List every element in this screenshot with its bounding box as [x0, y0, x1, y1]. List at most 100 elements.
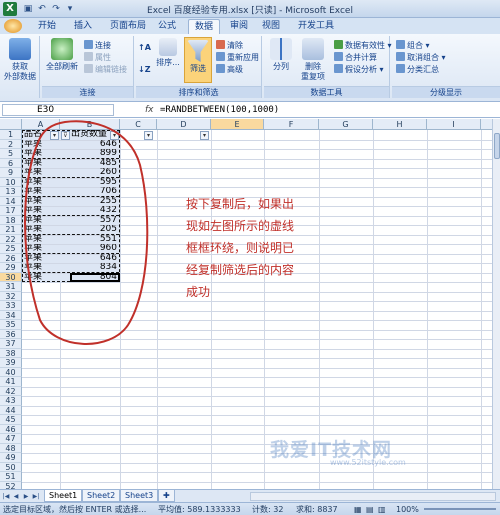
sheet-tab-sheet3[interactable]: Sheet3 — [120, 490, 159, 502]
group-button[interactable]: 组合 ▾ — [396, 40, 430, 51]
view-pagebreak-icon[interactable]: ▥ — [378, 504, 386, 515]
tab-4[interactable]: 数据 — [188, 19, 221, 34]
advanced-button[interactable]: 高级 — [216, 64, 243, 75]
row-header[interactable]: 43 — [0, 396, 22, 406]
edit-links-button[interactable]: 编辑链接 — [84, 64, 127, 75]
row-header[interactable]: 50 — [0, 462, 22, 472]
consolidate-button[interactable]: 合并计算 — [334, 52, 377, 63]
column-header-F[interactable]: F — [264, 119, 319, 130]
view-layout-icon[interactable]: ▤ — [366, 504, 374, 515]
row-header[interactable]: 39 — [0, 358, 22, 368]
row-header[interactable]: 41 — [0, 377, 22, 387]
column-header-E[interactable]: E — [211, 119, 264, 130]
row-header[interactable]: 35 — [0, 320, 22, 330]
row-header[interactable]: 10 — [0, 177, 22, 187]
column-header-H[interactable]: H — [373, 119, 427, 130]
horizontal-scrollbar[interactable] — [250, 492, 496, 501]
zoom-level[interactable]: 100% — [396, 504, 419, 515]
row-header[interactable]: 49 — [0, 453, 22, 463]
ungroup-button[interactable]: 取消组合 ▾ — [396, 52, 446, 63]
refresh-all-button[interactable]: 全部刷新 — [44, 38, 80, 72]
what-if-button[interactable]: 假设分析 ▾ — [334, 64, 384, 75]
row-header[interactable]: 51 — [0, 472, 22, 482]
row-header[interactable]: 14 — [0, 196, 22, 206]
column-header-A[interactable]: A — [22, 119, 60, 130]
insert-function-icon[interactable]: fx — [145, 104, 154, 116]
row-header[interactable]: 33 — [0, 301, 22, 311]
column-header-I[interactable]: I — [427, 119, 481, 130]
row-header[interactable]: 5 — [0, 149, 22, 159]
select-all-corner[interactable] — [0, 119, 22, 130]
row-header[interactable]: 47 — [0, 434, 22, 444]
tab-6[interactable]: 视图 — [256, 19, 286, 34]
row-header[interactable]: 38 — [0, 348, 22, 358]
row-header[interactable]: 25 — [0, 244, 22, 254]
prev-sheet-icon[interactable]: ◀ — [12, 492, 20, 501]
row-header[interactable]: 46 — [0, 424, 22, 434]
column-header-G[interactable]: G — [319, 119, 373, 130]
tab-2[interactable]: 页面布局 — [104, 19, 152, 34]
formula-input[interactable]: =RANDBETWEEN(100,1000) — [160, 104, 279, 116]
row-header[interactable]: 21 — [0, 225, 22, 235]
data-validation-button[interactable]: 数据有效性 ▾ — [334, 40, 392, 51]
view-normal-icon[interactable]: ▦ — [354, 504, 362, 515]
connections-button[interactable]: 连接 — [84, 40, 111, 51]
row-header[interactable]: 44 — [0, 405, 22, 415]
insert-sheet-icon[interactable]: ✚ — [158, 490, 175, 502]
name-box[interactable]: E30 — [2, 104, 114, 116]
filter-button[interactable]: 筛选 — [184, 37, 212, 83]
column-header-D[interactable]: D — [157, 119, 211, 130]
row-header[interactable]: 9 — [0, 168, 22, 178]
next-sheet-icon[interactable]: ▶ — [22, 492, 30, 501]
column-header-B[interactable]: B — [60, 119, 120, 130]
subtotal-button[interactable]: 分类汇总 — [396, 64, 439, 75]
properties-button[interactable]: 属性 — [84, 52, 111, 63]
row-header[interactable]: 52 — [0, 481, 22, 489]
column-header-C[interactable]: C — [120, 119, 157, 130]
row-header[interactable]: 37 — [0, 339, 22, 349]
vertical-scrollbar[interactable] — [492, 119, 500, 489]
zoom-slider[interactable] — [424, 508, 496, 510]
tab-0[interactable]: 开始 — [32, 19, 62, 34]
get-external-data-button[interactable]: 获取 外部数据 — [3, 38, 37, 82]
row-header[interactable]: 6 — [0, 158, 22, 168]
first-sheet-icon[interactable]: |◀ — [2, 492, 10, 501]
tab-1[interactable]: 插入 — [68, 19, 98, 34]
remove-duplicates-button[interactable]: 删除 重复项 — [296, 38, 330, 82]
last-sheet-icon[interactable]: ▶| — [32, 492, 40, 501]
row-header[interactable]: 18 — [0, 215, 22, 225]
row-header[interactable]: 30 — [0, 272, 22, 282]
row-header[interactable]: 13 — [0, 187, 22, 197]
filter-dropdown-c-icon[interactable]: ▾ — [144, 130, 153, 140]
row-header[interactable]: 34 — [0, 310, 22, 320]
row-header[interactable]: 22 — [0, 234, 22, 244]
sheet-tab-sheet1[interactable]: Sheet1 — [44, 490, 83, 502]
tab-5[interactable]: 审阅 — [224, 19, 254, 34]
tab-3[interactable]: 公式 — [152, 19, 182, 34]
office-button[interactable] — [4, 19, 22, 33]
row-header[interactable]: 32 — [0, 291, 22, 301]
row-header[interactable]: 1 — [0, 130, 22, 140]
row-header[interactable]: 2 — [0, 139, 22, 149]
sort-button[interactable]: 排序... — [154, 38, 182, 68]
sort-asc-button[interactable]: ↑A — [138, 42, 151, 53]
text-to-columns-button[interactable]: 分列 — [266, 38, 296, 72]
row-header[interactable]: 31 — [0, 282, 22, 292]
filter-dropdown-d-icon[interactable]: ▾ — [200, 130, 209, 140]
row-header[interactable]: 45 — [0, 415, 22, 425]
vertical-scroll-thumb[interactable] — [494, 133, 500, 159]
row-header[interactable]: 29 — [0, 263, 22, 273]
column-header-J[interactable]: J — [481, 119, 492, 130]
sort-desc-button[interactable]: ↓Z — [138, 64, 151, 75]
row-header[interactable]: 26 — [0, 253, 22, 263]
row-header[interactable]: 36 — [0, 329, 22, 339]
row-header[interactable]: 48 — [0, 443, 22, 453]
clear-button[interactable]: 清除 — [216, 40, 243, 51]
reapply-button[interactable]: 重新应用 — [216, 52, 259, 63]
worksheet-grid[interactable]: ABCDEFGHIJ125691013141718212225262930313… — [0, 119, 492, 489]
row-header[interactable]: 40 — [0, 367, 22, 377]
row-header[interactable]: 17 — [0, 206, 22, 216]
row-header[interactable]: 42 — [0, 386, 22, 396]
sheet-tab-sheet2[interactable]: Sheet2 — [82, 490, 121, 502]
tab-7[interactable]: 开发工具 — [292, 19, 340, 34]
